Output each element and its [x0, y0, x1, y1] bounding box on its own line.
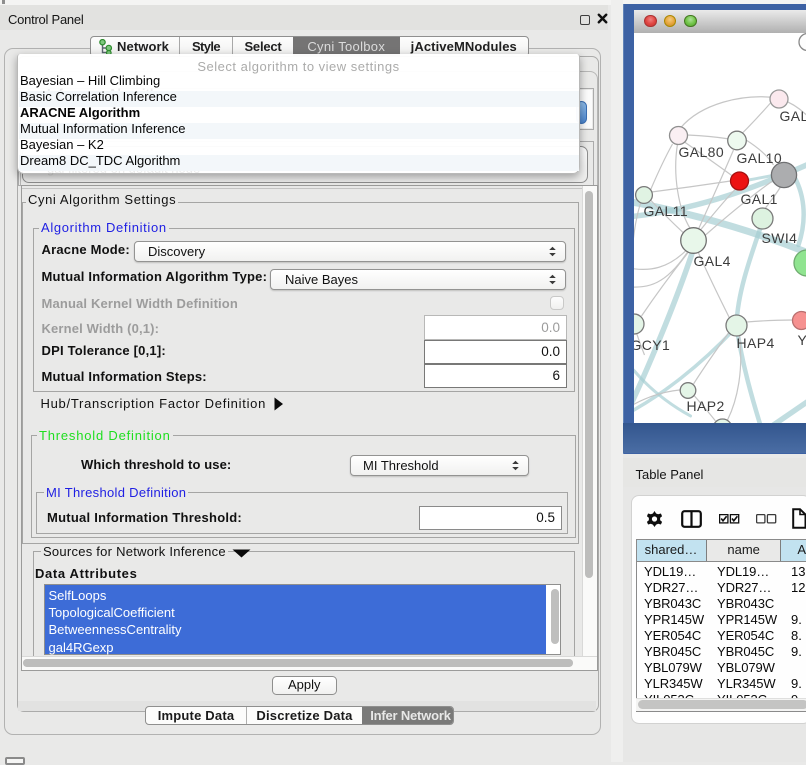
svg-text:Y: Y [797, 332, 806, 348]
svg-text:SWI4: SWI4 [761, 230, 797, 246]
svg-text:GAL80: GAL80 [678, 144, 724, 160]
svg-text:GAL4: GAL4 [693, 253, 730, 269]
svg-text:GAL1: GAL1 [740, 191, 777, 207]
svg-text:GAL11: GAL11 [643, 203, 688, 219]
svg-text:HAP4: HAP4 [736, 335, 774, 351]
svg-text:HAP2: HAP2 [686, 398, 724, 414]
svg-text:GCY1: GCY1 [634, 337, 670, 353]
svg-text:GAL7: GAL7 [779, 108, 806, 124]
svg-text:GAL10: GAL10 [736, 150, 782, 166]
